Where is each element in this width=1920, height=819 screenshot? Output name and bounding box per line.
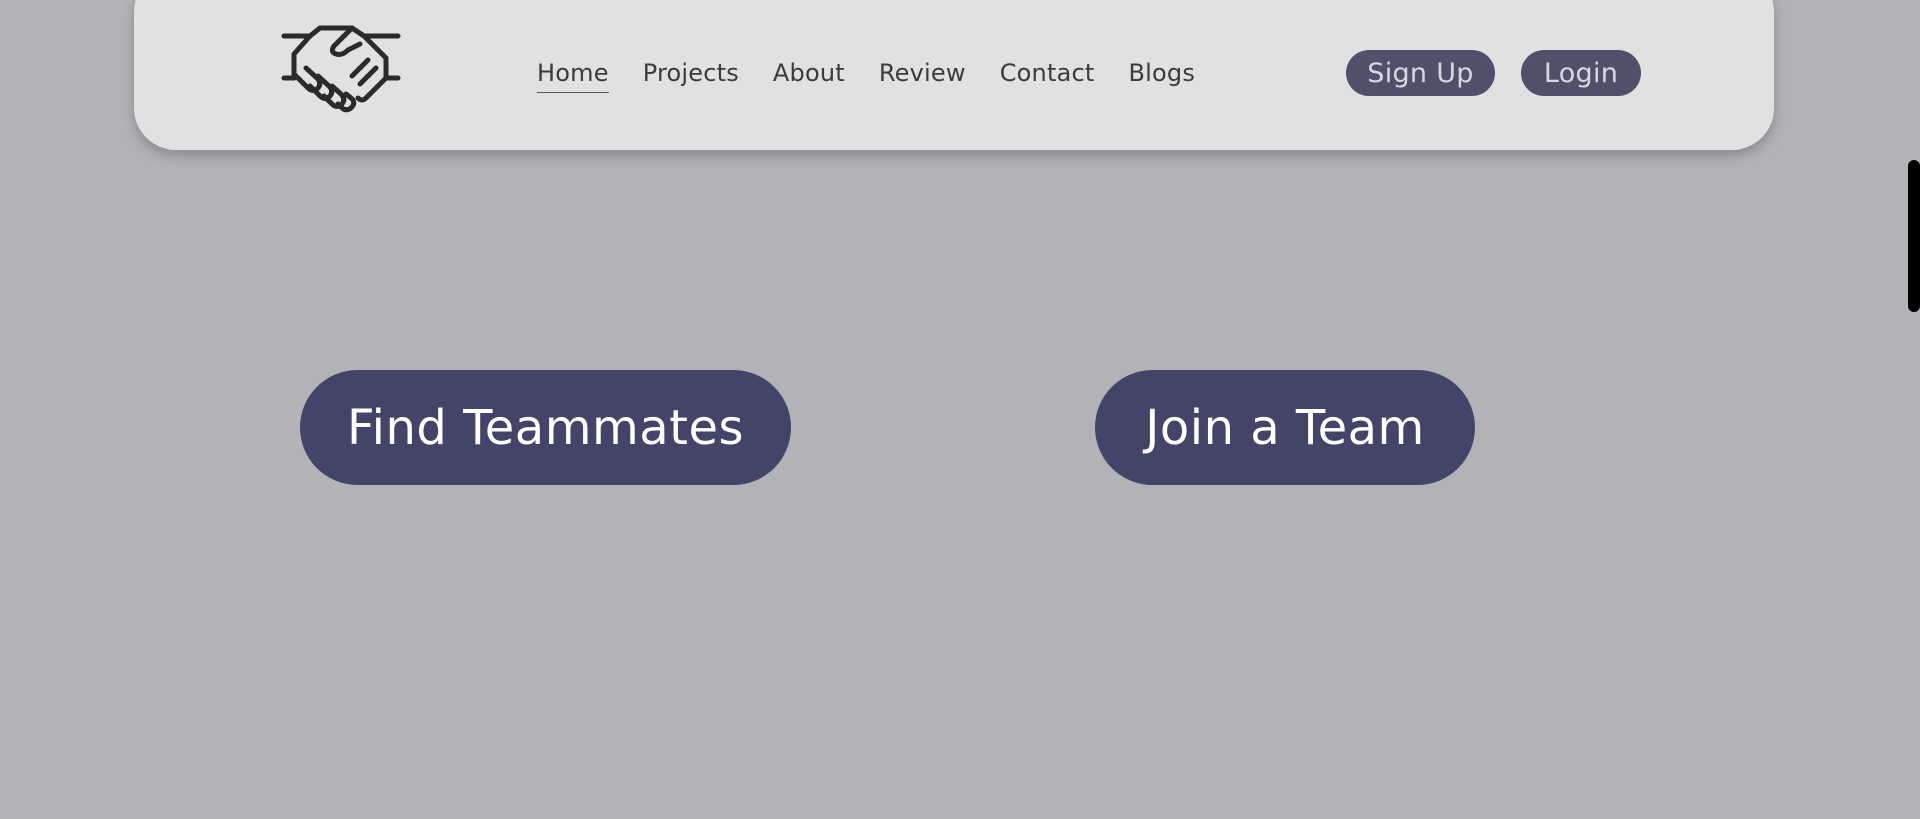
nav-link-blogs[interactable]: Blogs [1129, 56, 1196, 93]
page: Home Projects About Review Contact Blogs… [0, 0, 1920, 819]
join-team-button[interactable]: Join a Team [1095, 370, 1475, 485]
scrollbar-thumb[interactable] [1908, 160, 1920, 312]
nav-link-home[interactable]: Home [537, 56, 609, 93]
main-nav: Home Projects About Review Contact Blogs [537, 56, 1195, 93]
nav-link-review[interactable]: Review [879, 56, 966, 93]
sign-up-button[interactable]: Sign Up [1346, 50, 1495, 96]
nav-link-contact[interactable]: Contact [1000, 56, 1095, 93]
nav-link-projects[interactable]: Projects [643, 56, 739, 93]
find-teammates-button[interactable]: Find Teammates [300, 370, 791, 485]
scrollbar-track[interactable] [1906, 0, 1920, 819]
handshake-icon[interactable] [280, 24, 404, 116]
nav-link-about[interactable]: About [773, 56, 845, 93]
login-button[interactable]: Login [1521, 50, 1641, 96]
